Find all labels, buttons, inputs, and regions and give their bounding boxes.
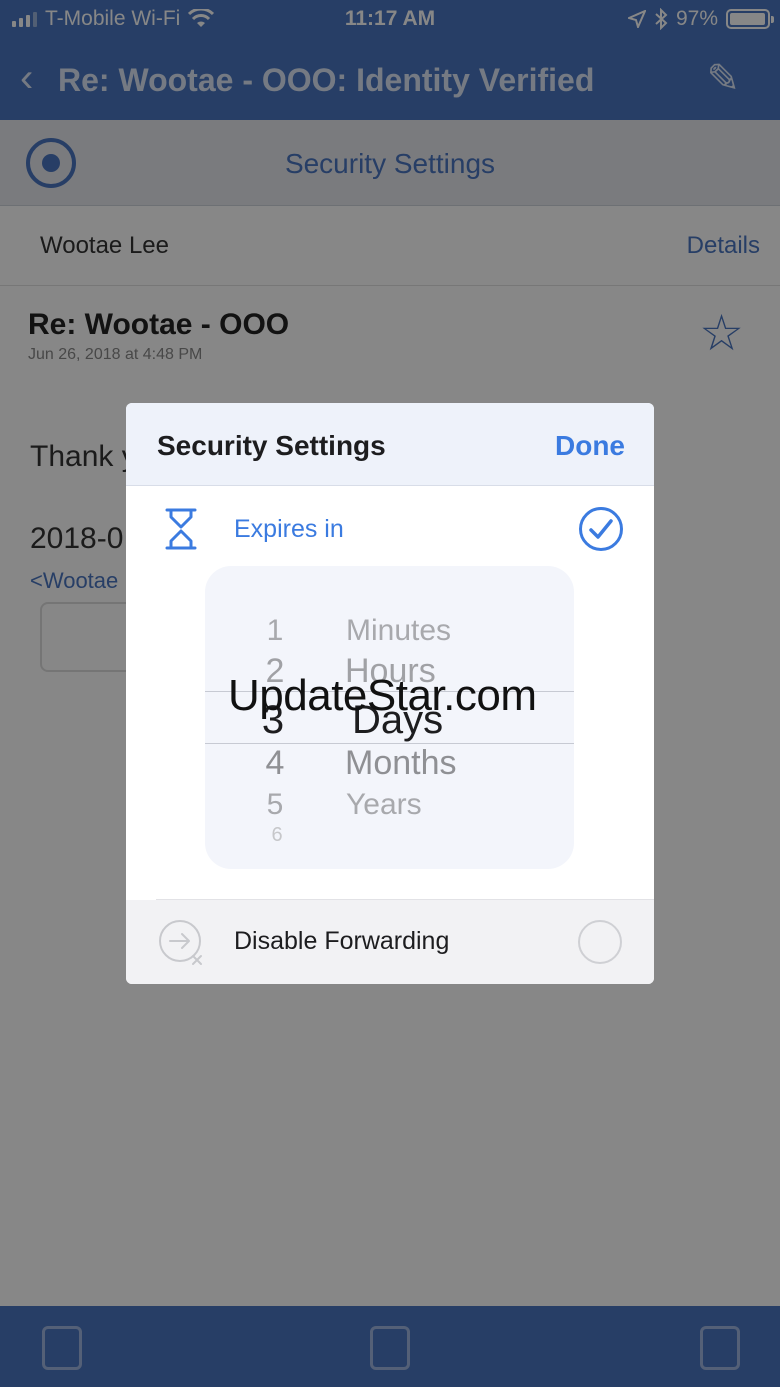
- expires-row[interactable]: Expires in: [126, 487, 654, 567]
- security-settings-dialog: Security Settings Done Expires in 1 Minu…: [126, 403, 654, 984]
- expires-label: Expires in: [234, 515, 344, 543]
- hourglass-icon: [165, 508, 197, 550]
- done-button[interactable]: Done: [555, 430, 625, 462]
- check-circle-icon[interactable]: [578, 506, 624, 552]
- picker-unit: Months: [345, 744, 457, 782]
- picker-selection-line: [205, 691, 574, 692]
- picker-unit: Hours: [345, 652, 436, 690]
- picker-number: 4: [265, 744, 285, 782]
- picker-number: 5: [266, 788, 284, 821]
- picker-unit: Minutes: [346, 614, 452, 647]
- picker-unit-selected: Days: [352, 698, 444, 742]
- picker-number: 1: [266, 614, 284, 647]
- picker-number: 2: [265, 652, 285, 690]
- picker-number: 6: [271, 824, 283, 846]
- picker-number-selected: 3: [261, 698, 285, 742]
- forward-disabled-icon: [159, 920, 202, 965]
- dialog-header: Security Settings Done: [126, 403, 654, 486]
- disable-forwarding-row[interactable]: Disable Forwarding: [126, 900, 654, 984]
- dialog-title: Security Settings: [157, 430, 386, 461]
- expiry-picker[interactable]: 1 Minutes 2 Hours 3 Days 4 Months 5 Year…: [205, 566, 574, 869]
- disable-forwarding-toggle[interactable]: [578, 920, 622, 964]
- picker-unit: Years: [346, 788, 422, 821]
- disable-forwarding-label: Disable Forwarding: [234, 927, 450, 955]
